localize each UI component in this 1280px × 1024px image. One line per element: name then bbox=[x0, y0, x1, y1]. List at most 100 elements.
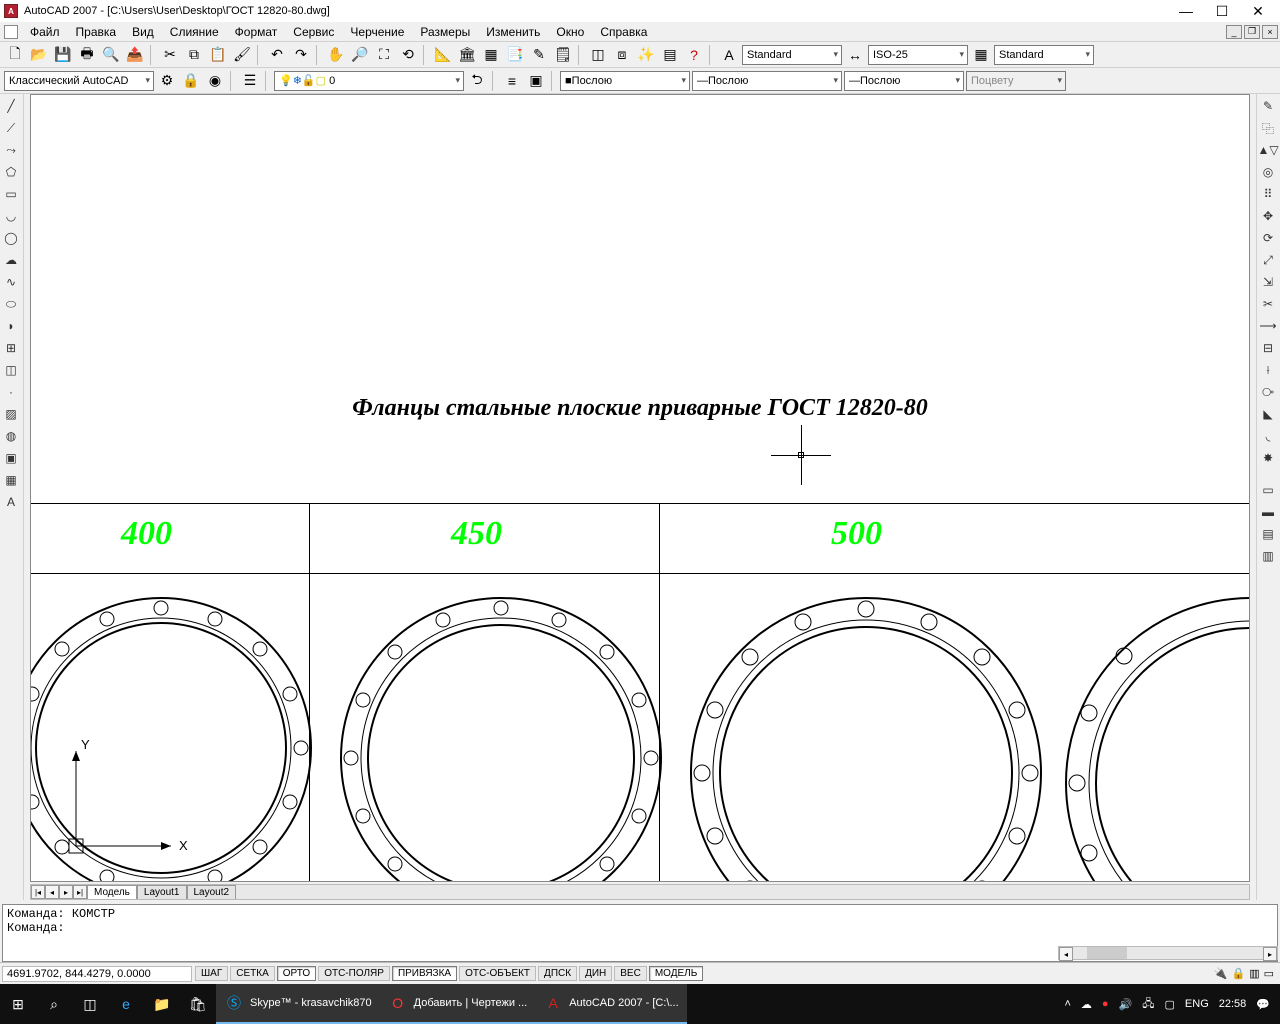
draworder-above[interactable]: ▤ bbox=[1258, 524, 1278, 544]
color-combo[interactable]: ■ Послою bbox=[560, 71, 690, 91]
layer-manager-button[interactable]: ☰ bbox=[239, 70, 261, 92]
ellipse-arc-tool[interactable]: ◗ bbox=[1, 316, 21, 336]
arc-tool[interactable]: ◡ bbox=[1, 206, 21, 226]
region-tool[interactable]: ▣ bbox=[1, 448, 21, 468]
preview-button[interactable]: 🔍 bbox=[100, 44, 122, 66]
lock-ui-button[interactable]: 🔒 bbox=[180, 70, 202, 92]
command-scrollbar[interactable]: ◂▸ bbox=[1058, 946, 1278, 960]
draworder-front[interactable]: ▬ bbox=[1258, 502, 1278, 522]
move-tool[interactable]: ✥ bbox=[1258, 206, 1278, 226]
coords-display[interactable]: 4691.9702, 844.4279, 0.0000 bbox=[2, 966, 192, 982]
ws-button[interactable]: ◉ bbox=[204, 70, 226, 92]
break-tool[interactable]: ⟊ bbox=[1258, 360, 1278, 380]
redo-button[interactable]: ↷ bbox=[290, 44, 312, 66]
edge-button[interactable]: e bbox=[108, 984, 144, 1024]
mdi-close[interactable]: × bbox=[1262, 25, 1278, 39]
copy-button[interactable]: ⧉ bbox=[183, 44, 205, 66]
table-icon[interactable]: ▦ bbox=[970, 44, 992, 66]
layer-previous-button[interactable]: ⮌ bbox=[466, 70, 488, 92]
ortho-toggle[interactable]: ОРТО bbox=[277, 966, 316, 981]
lock-icon[interactable]: 🔒 bbox=[1231, 967, 1245, 980]
linetype-combo[interactable]: — Послою bbox=[692, 71, 842, 91]
otrack-toggle[interactable]: ОТС-ОБЪЕКТ bbox=[459, 966, 536, 981]
match-button[interactable]: 🖌 bbox=[231, 44, 253, 66]
undo-button[interactable]: ↶ bbox=[266, 44, 288, 66]
table-style-button[interactable]: ▤ bbox=[659, 44, 681, 66]
open-button[interactable]: 📂 bbox=[28, 44, 50, 66]
point-tool[interactable]: · bbox=[1, 382, 21, 402]
new-button[interactable]: 🗋 bbox=[4, 44, 26, 66]
design-center-button[interactable]: 🏛 bbox=[456, 44, 478, 66]
model-toggle[interactable]: МОДЕЛЬ bbox=[649, 966, 703, 981]
store-button[interactable]: 🛍 bbox=[180, 984, 216, 1024]
paste-button[interactable]: 📋 bbox=[207, 44, 229, 66]
print-button[interactable]: 🖶 bbox=[76, 44, 98, 66]
save-button[interactable]: 💾 bbox=[52, 44, 74, 66]
tray-volume-icon[interactable]: 🔊 bbox=[1119, 998, 1133, 1011]
tab-layout2[interactable]: Layout2 bbox=[187, 885, 237, 899]
layer-states-button[interactable]: ≡ bbox=[501, 70, 523, 92]
properties-button[interactable]: 📐 bbox=[432, 44, 454, 66]
publish-button[interactable]: 📤 bbox=[124, 44, 146, 66]
line-tool[interactable]: ╱ bbox=[1, 96, 21, 116]
layer-combo[interactable]: 💡❄🔓▢ 0 bbox=[274, 71, 464, 91]
workspace-settings-button[interactable]: ⚙ bbox=[156, 70, 178, 92]
text-style-combo[interactable]: Standard bbox=[742, 45, 842, 65]
erase-tool[interactable]: ✎ bbox=[1258, 96, 1278, 116]
calc-button[interactable]: 🗒 bbox=[552, 44, 574, 66]
tab-next[interactable]: ▸ bbox=[59, 885, 73, 899]
polar-toggle[interactable]: ОТС-ПОЛЯР bbox=[318, 966, 390, 981]
skype-task[interactable]: ⓈSkype™ - krasavchik870 bbox=[216, 984, 380, 1024]
mtext-tool[interactable]: A bbox=[1, 492, 21, 512]
hatch-tool[interactable]: ▨ bbox=[1, 404, 21, 424]
markup-button[interactable]: ✎ bbox=[528, 44, 550, 66]
comm-icon[interactable]: 🔌 bbox=[1214, 967, 1228, 980]
menu-tools[interactable]: Сервис bbox=[285, 23, 342, 41]
cleanup-button[interactable]: ✨ bbox=[635, 44, 657, 66]
polyline-tool[interactable]: ⤳ bbox=[1, 140, 21, 160]
rotate-tool[interactable]: ⟳ bbox=[1258, 228, 1278, 248]
circle-tool[interactable]: ◯ bbox=[1, 228, 21, 248]
revcloud-tool[interactable]: ☁ bbox=[1, 250, 21, 270]
explode-tool[interactable]: ✸ bbox=[1258, 448, 1278, 468]
tray-opera-icon[interactable]: ● bbox=[1102, 998, 1109, 1010]
copy-tool[interactable]: ⿻ bbox=[1258, 118, 1278, 138]
mdi-minimize[interactable]: _ bbox=[1226, 25, 1242, 39]
menu-draw[interactable]: Черчение bbox=[342, 23, 412, 41]
text-icon[interactable]: A bbox=[718, 44, 740, 66]
tray-icon[interactable]: ▥ bbox=[1249, 967, 1259, 980]
search-button[interactable]: ⌕ bbox=[36, 984, 72, 1024]
tab-model[interactable]: Модель bbox=[87, 885, 137, 899]
xline-tool[interactable]: ⟋ bbox=[1, 118, 21, 138]
menu-edit[interactable]: Правка bbox=[68, 23, 125, 41]
stretch-tool[interactable]: ⇲ bbox=[1258, 272, 1278, 292]
plotstyle-combo[interactable]: Поцвету bbox=[966, 71, 1066, 91]
fillet-tool[interactable]: ◟ bbox=[1258, 426, 1278, 446]
menu-dimension[interactable]: Размеры bbox=[412, 23, 478, 41]
zoom-button[interactable]: 🔎 bbox=[349, 44, 371, 66]
menu-modify[interactable]: Изменить bbox=[478, 23, 548, 41]
tray-onedrive-icon[interactable]: ☁ bbox=[1081, 998, 1092, 1011]
tray-battery-icon[interactable]: ▢ bbox=[1165, 998, 1175, 1011]
menu-file[interactable]: Файл bbox=[22, 23, 68, 41]
start-button[interactable]: ⊞ bbox=[0, 984, 36, 1024]
osnap-toggle[interactable]: ПРИВЯЗКА bbox=[392, 966, 457, 981]
polygon-tool[interactable]: ⬠ bbox=[1, 162, 21, 182]
xref-button[interactable]: ⧈ bbox=[611, 44, 633, 66]
menu-view[interactable]: Вид bbox=[124, 23, 162, 41]
array-tool[interactable]: ⠿ bbox=[1258, 184, 1278, 204]
opera-task[interactable]: OДобавить | Чертежи ... bbox=[380, 984, 536, 1024]
task-view-button[interactable]: ◫ bbox=[72, 984, 108, 1024]
explorer-button[interactable]: 📁 bbox=[144, 984, 180, 1024]
ellipse-tool[interactable]: ⬭ bbox=[1, 294, 21, 314]
snap-toggle[interactable]: ШАГ bbox=[195, 966, 228, 981]
tray-network-icon[interactable]: 🖧 bbox=[1142, 995, 1154, 1014]
autocad-task[interactable]: AAutoCAD 2007 - [C:\... bbox=[535, 984, 686, 1024]
grid-toggle[interactable]: СЕТКА bbox=[230, 966, 275, 981]
minimize-button[interactable]: — bbox=[1168, 0, 1204, 22]
block-button[interactable]: ◫ bbox=[587, 44, 609, 66]
draworder-under[interactable]: ▥ bbox=[1258, 546, 1278, 566]
tab-last[interactable]: ▸| bbox=[73, 885, 87, 899]
offset-tool[interactable]: ◎ bbox=[1258, 162, 1278, 182]
tray-up-icon[interactable]: ˄ bbox=[1064, 998, 1070, 1010]
